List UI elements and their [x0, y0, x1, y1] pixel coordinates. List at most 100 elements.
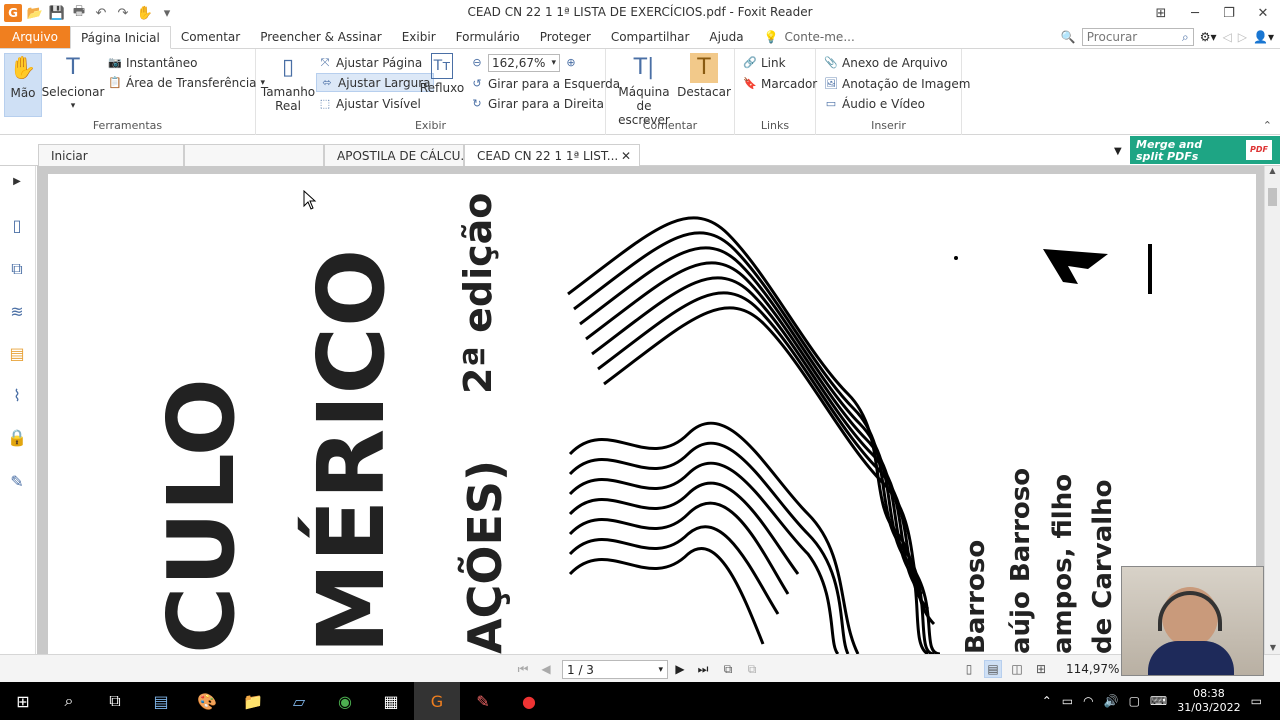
foxit-logo-icon[interactable]: G — [4, 4, 22, 22]
zoom-in-icon[interactable]: ⊕ — [564, 56, 578, 70]
tab-cead-lista[interactable]: CEAD CN 22 1 1ª LIST... ✕ — [464, 144, 640, 167]
nav-back-icon[interactable]: ◁ — [1223, 30, 1232, 44]
notes-icon[interactable]: ▱ — [276, 682, 322, 720]
next-view-icon[interactable]: ⧉ — [743, 660, 761, 678]
open-icon[interactable]: 📂 — [26, 4, 44, 22]
foxit-taskbar-icon[interactable]: G — [414, 682, 460, 720]
maximize-button[interactable]: ❐ — [1212, 0, 1246, 26]
keyboard-icon[interactable]: ⌨ — [1150, 694, 1167, 708]
nav-forward-icon[interactable]: ▷ — [1238, 30, 1247, 44]
pen-app-icon[interactable]: ✎ — [460, 682, 506, 720]
notifications-tray-icon[interactable]: ▢ — [1129, 694, 1140, 708]
tell-me[interactable]: 💡 Conte-me... — [754, 26, 865, 48]
next-page-icon[interactable]: ▶ — [671, 660, 689, 678]
scroll-thumb[interactable] — [1268, 188, 1277, 206]
collapse-ribbon-icon[interactable]: ⌃ — [1263, 119, 1272, 132]
page-number-input[interactable]: 1 / 3 ▾ — [562, 660, 668, 679]
wifi-icon[interactable]: ◠ — [1083, 694, 1093, 708]
snapshot-button[interactable]: 📷 Instantâneo — [108, 53, 197, 72]
fit-visible-button[interactable]: ⬚ Ajustar Visível — [318, 94, 421, 113]
paint-icon[interactable]: 🎨 — [184, 682, 230, 720]
settings-icon[interactable]: ⚙▾ — [1200, 30, 1217, 44]
tab-share[interactable]: Compartilhar — [601, 26, 700, 48]
print-icon[interactable]: 🖶 — [70, 4, 88, 22]
zoom-out-icon[interactable]: ⊖ — [470, 56, 484, 70]
single-page-icon[interactable]: ▯ — [960, 660, 978, 678]
audio-video-button[interactable]: ▭ Áudio e Vídeo — [824, 94, 925, 113]
fit-width-button[interactable]: ⬄ Ajustar Largura — [316, 73, 435, 92]
tab-fill-sign[interactable]: Preencher & Assinar — [250, 26, 392, 48]
close-button[interactable]: ✕ — [1246, 0, 1280, 26]
rotate-right-button[interactable]: ↻ Girar para a Direita — [470, 94, 604, 113]
attachments-icon[interactable]: ⌇ — [6, 384, 28, 406]
redo-icon[interactable]: ↷ — [114, 4, 132, 22]
fit-page-button[interactable]: ⤧ Ajustar Página — [318, 53, 423, 72]
close-tab-icon[interactable]: ✕ — [621, 149, 631, 163]
scroll-down-icon[interactable]: ▼ — [1265, 643, 1280, 652]
security-icon[interactable]: 🔒 — [6, 426, 28, 448]
clipboard-button[interactable]: 📋 Área de Transferência ▾ — [108, 73, 265, 92]
image-annotation-button[interactable]: 🖼 Anotação de Imagem — [824, 74, 970, 93]
clock[interactable]: 08:38 31/03/2022 — [1177, 687, 1240, 715]
signature-icon[interactable]: ✎ — [6, 470, 28, 492]
hand-dropdown-icon[interactable]: ✋ — [136, 4, 154, 22]
save-icon[interactable]: 💾 — [48, 4, 66, 22]
facing-page-icon[interactable]: ◫ — [1008, 660, 1026, 678]
search-input[interactable]: Procurar ⌕ — [1081, 28, 1194, 46]
tab-view[interactable]: Exibir — [392, 26, 446, 48]
start-button[interactable]: ⊞ — [0, 682, 46, 720]
layers-icon[interactable]: ≋ — [6, 300, 28, 322]
document-viewer[interactable]: 2ª edição CULO MÉRICO AÇÕES) Barroso aúj… — [37, 166, 1264, 654]
tab-form[interactable]: Formulário — [446, 26, 530, 48]
volume-icon[interactable]: 🔊 — [1104, 694, 1119, 708]
previous-view-icon[interactable]: ⧉ — [719, 660, 737, 678]
expand-panel-icon[interactable]: ▶ — [6, 170, 28, 192]
minimize-button[interactable]: ─ — [1178, 0, 1212, 26]
tab-home[interactable]: Página Inicial — [69, 26, 171, 49]
tray-chevron-icon[interactable]: ⌃ — [1042, 694, 1052, 708]
tab-apostila[interactable]: APOSTILA DE CÁLCU... — [324, 144, 464, 166]
reflow-button[interactable]: Tт Refluxo — [420, 53, 464, 95]
file-attachment-button[interactable]: 📎 Anexo de Arquivo — [824, 53, 947, 72]
tab-comment[interactable]: Comentar — [171, 26, 250, 48]
tab-file[interactable]: Arquivo — [0, 26, 70, 48]
tabs-dropdown-icon[interactable]: ▼ — [1114, 146, 1122, 157]
merge-split-banner[interactable]: Merge and split PDFs PDF — [1130, 136, 1280, 164]
prev-page-icon[interactable]: ◀ — [537, 660, 555, 678]
action-center-icon[interactable]: ▭ — [1251, 694, 1262, 708]
recorder-icon[interactable]: ● — [506, 682, 552, 720]
notepad-icon[interactable]: ▤ — [138, 682, 184, 720]
last-page-icon[interactable]: ⏭ — [694, 660, 712, 678]
pages-icon[interactable]: ⧉ — [6, 258, 28, 280]
typewriter-button[interactable]: T| Máquina de escrever — [612, 53, 676, 128]
search-taskbar-icon[interactable]: ⌕ — [46, 682, 92, 720]
rotate-left-button[interactable]: ↺ Girar para a Esquerda — [470, 74, 620, 93]
restore-layout-icon[interactable]: ⊞ — [1144, 0, 1178, 26]
tab-help[interactable]: Ajuda — [699, 26, 753, 48]
highlight-button[interactable]: T Destacar — [677, 53, 731, 99]
scroll-up-icon[interactable]: ▲ — [1265, 166, 1280, 175]
customize-qat-icon[interactable]: ▾ — [158, 4, 176, 22]
chrome-icon[interactable]: ◉ — [322, 682, 368, 720]
status-zoom[interactable]: 114,97% — [1066, 662, 1119, 676]
file-explorer-icon[interactable]: 📁 — [230, 682, 276, 720]
select-tool-button[interactable]: T Selecionar ▾ — [42, 53, 105, 113]
task-view-icon[interactable]: ⧉ — [92, 682, 138, 720]
tab-blank[interactable] — [184, 144, 324, 166]
undo-icon[interactable]: ↶ — [92, 4, 110, 22]
vertical-scrollbar[interactable]: ▲ ▼ — [1264, 166, 1280, 654]
comments-icon[interactable]: ▤ — [6, 342, 28, 364]
find-icon[interactable]: 🔍 — [1061, 30, 1076, 44]
tab-protect[interactable]: Proteger — [530, 26, 601, 48]
continuous-facing-icon[interactable]: ⊞ — [1032, 660, 1050, 678]
actual-size-button[interactable]: ▯ Tamanho Real — [261, 53, 315, 114]
hand-tool-button[interactable]: ✋ Mão — [4, 53, 42, 117]
link-button[interactable]: 🔗 Link — [743, 53, 785, 72]
zoom-select[interactable]: 162,67% ▾ — [488, 53, 560, 72]
battery-icon[interactable]: ▭ — [1062, 694, 1073, 708]
bookmarks-icon[interactable]: ▯ — [6, 214, 28, 236]
tab-start[interactable]: Iniciar — [38, 144, 184, 166]
first-page-icon[interactable]: ⏮ — [514, 660, 532, 678]
calculator-icon[interactable]: ▦ — [368, 682, 414, 720]
search-icon[interactable]: ⌕ — [1182, 30, 1189, 45]
